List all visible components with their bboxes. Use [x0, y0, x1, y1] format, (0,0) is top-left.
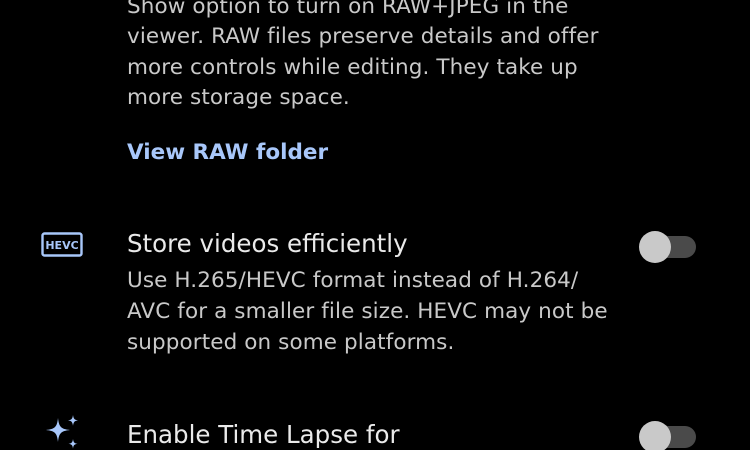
- raw-description-line-4: more storage space.: [127, 85, 350, 110]
- hevc-icon-text: HEVC: [45, 239, 78, 252]
- sparkle-icon: [46, 415, 78, 449]
- timelapse-toggle-thumb: [639, 421, 671, 450]
- raw-description-line-3: more controls while editing. They take u…: [127, 55, 578, 80]
- timelapse-setting-title: Enable Time Lapse for: [127, 420, 400, 449]
- hevc-description-line-2: AVC for a smaller file size. HEVC may no…: [127, 299, 608, 324]
- hevc-description-line-1: Use H.265/HEVC format instead of H.264/: [127, 268, 579, 293]
- hevc-toggle[interactable]: [638, 228, 698, 264]
- view-raw-folder-link[interactable]: View RAW folder: [127, 137, 328, 168]
- raw-description-line-1: Show option to turn on RAW+JPEG in the: [127, 0, 569, 19]
- timelapse-toggle[interactable]: [638, 418, 698, 450]
- hevc-icon: HEVC: [41, 232, 83, 257]
- hevc-description-line-3: supported on some platforms.: [127, 330, 455, 355]
- hevc-toggle-thumb: [639, 231, 671, 263]
- raw-description-line-2: viewer. RAW files preserve details and o…: [127, 24, 599, 49]
- hevc-setting-title: Store videos efficiently: [127, 229, 408, 258]
